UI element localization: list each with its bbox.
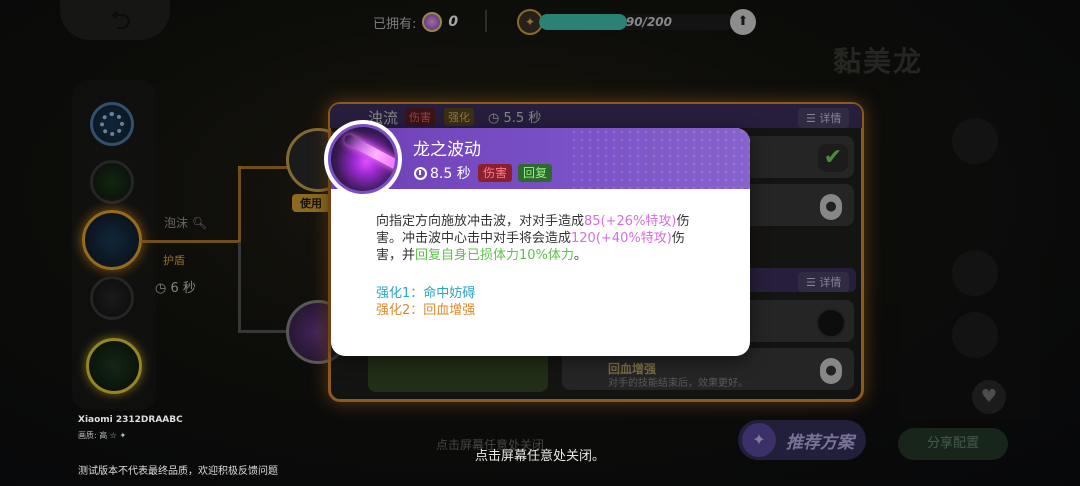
desc-heal-value: 回复自身已损体力10%体力 — [415, 248, 574, 263]
damage-tag: 伤害 — [478, 164, 513, 182]
device-model: Xiaomi 2312DRAABC — [78, 415, 183, 425]
beam-graphic — [342, 133, 395, 175]
heal-tag: 回复 — [518, 164, 553, 182]
close-hint: 点击屏幕任意处关闭。 — [474, 449, 605, 464]
desc-damage-value: 120(+40%特攻) — [571, 231, 672, 246]
enhance-2: 强化2：回血增强 — [376, 303, 476, 318]
skill-avatar — [324, 120, 402, 198]
skill-cooldown: 8.5 秒 — [414, 163, 471, 183]
skill-cooldown-text: 8.5 秒 — [430, 166, 471, 182]
desc-text: 。 — [573, 248, 587, 263]
skill-description: 向指定方向施放冲击波，对对手造成85(+26%特攻)伤害。冲击波中心击中对手将会… — [376, 213, 706, 264]
desc-damage-value: 85(+26%特攻) — [584, 214, 677, 229]
clock-icon — [414, 166, 427, 180]
skill-name: 龙之波动 — [413, 140, 481, 160]
skill-image — [328, 124, 398, 194]
desc-text: 向指定方向施放冲击波，对对手造成 — [376, 214, 585, 229]
test-disclaimer: 测试版本不代表最终品质，欢迎积极反馈问题 — [78, 466, 278, 477]
device-quality: 画质: 高 ☆ ✦ — [78, 431, 127, 440]
